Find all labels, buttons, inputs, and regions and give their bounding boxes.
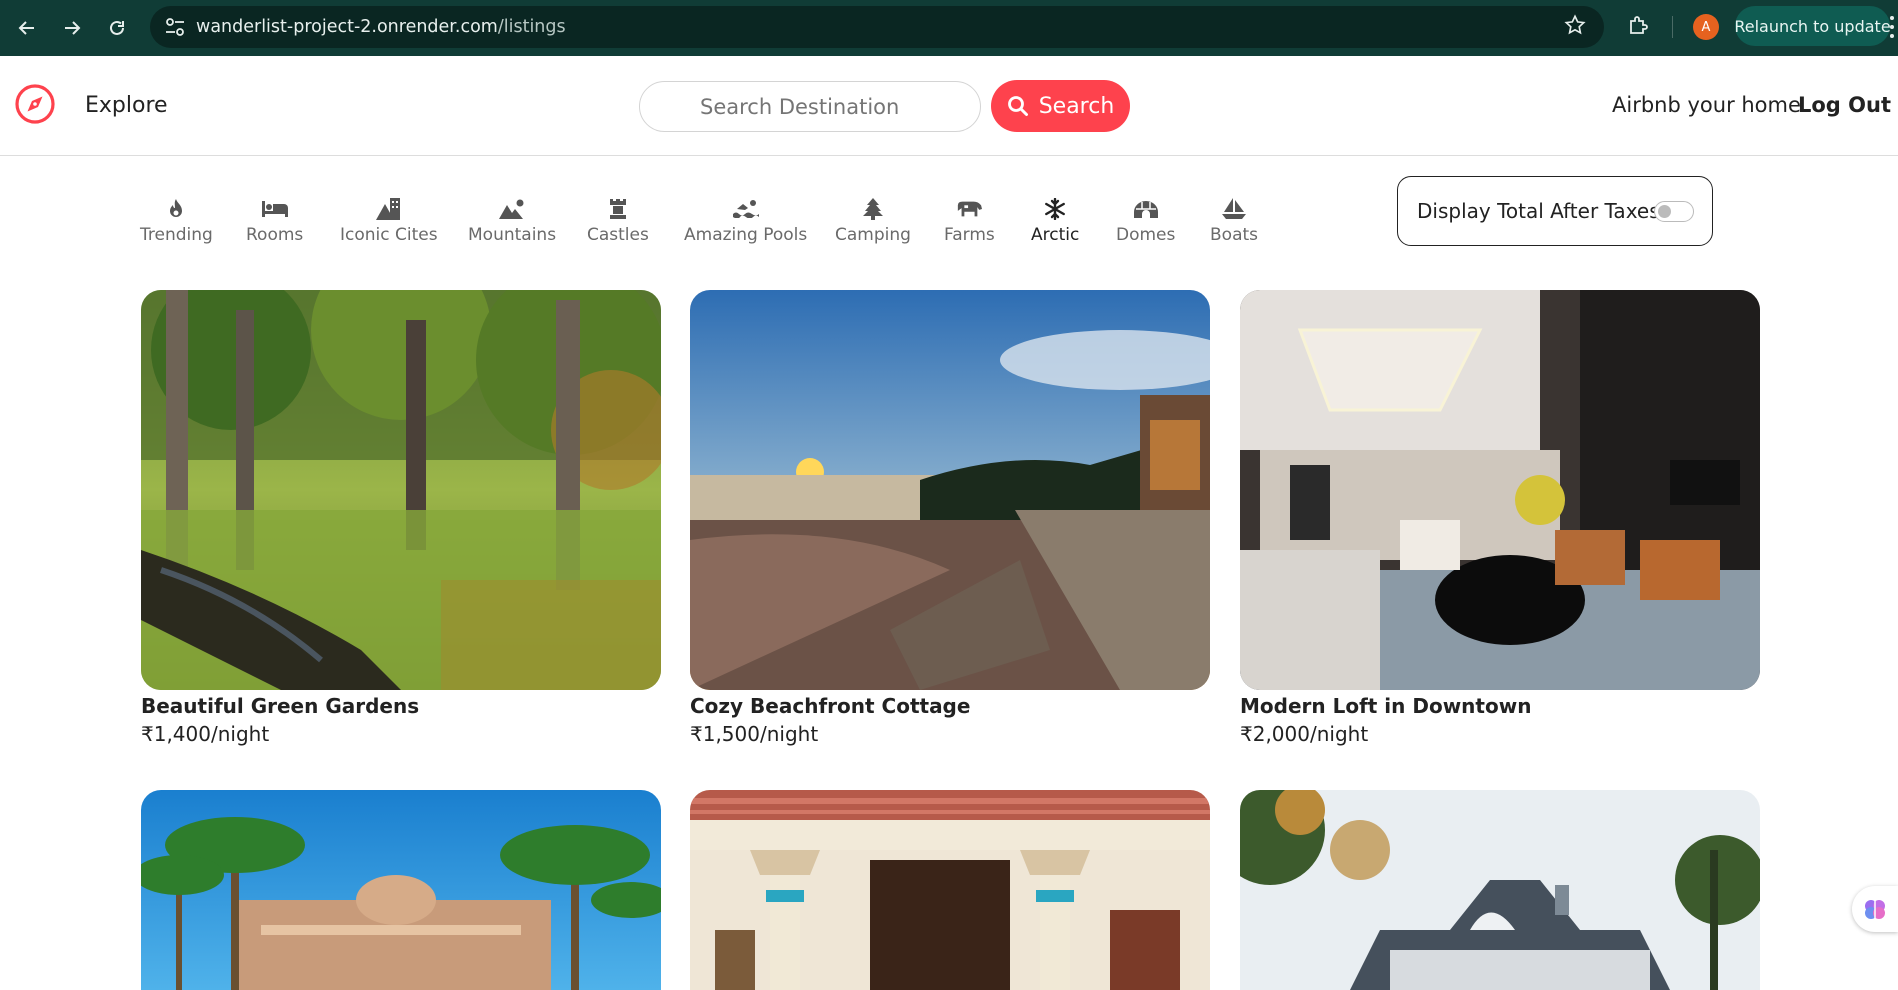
brain-icon xyxy=(1865,900,1885,919)
url-host: wanderlist-project-2.onrender.com xyxy=(196,17,498,37)
listing-title: Cozy Beachfront Cottage xyxy=(690,694,971,718)
bed-icon xyxy=(261,196,288,222)
assistant-widget-button[interactable] xyxy=(1852,886,1898,932)
search-input[interactable] xyxy=(639,81,981,132)
filter-trending[interactable]: Trending xyxy=(140,196,213,245)
toggle-knob xyxy=(1658,205,1671,218)
sailboat-icon xyxy=(1221,196,1247,222)
listing-image[interactable] xyxy=(141,290,661,690)
extensions-puzzle-icon[interactable] xyxy=(1626,14,1650,38)
address-bar[interactable]: wanderlist-project-2.onrender.com/listin… xyxy=(150,6,1604,48)
listing-price: ₹1,400/night xyxy=(141,722,270,746)
filter-label: Rooms xyxy=(246,225,304,245)
listing-card[interactable] xyxy=(1240,790,1760,990)
mountain-sun-icon xyxy=(499,196,525,222)
filter-label: Arctic xyxy=(1031,225,1080,245)
search-button[interactable]: Search xyxy=(991,80,1130,132)
browser-menu-icon[interactable] xyxy=(1890,16,1894,38)
logout-link[interactable]: Log Out xyxy=(1798,93,1891,117)
listing-price: ₹2,000/night xyxy=(1240,722,1369,746)
filter-label: Farms xyxy=(944,225,995,245)
filter-label: Camping xyxy=(835,225,911,245)
listing-card[interactable] xyxy=(690,790,1210,990)
reload-icon[interactable] xyxy=(102,13,132,43)
filter-amazing-pools[interactable]: Amazing Pools xyxy=(684,196,807,245)
listing-card[interactable]: Modern Loft in Downtown ₹2,000/night xyxy=(1240,290,1760,746)
tax-toggle-label: Display Total After Taxes xyxy=(1417,199,1660,223)
listing-image[interactable] xyxy=(141,790,661,990)
airbnb-your-home-link[interactable]: Airbnb your home xyxy=(1612,93,1801,117)
listing-price: ₹1,500/night xyxy=(690,722,819,746)
filter-label: Amazing Pools xyxy=(684,225,808,245)
url-text: wanderlist-project-2.onrender.com/listin… xyxy=(196,17,566,37)
filter-label: Iconic Cites xyxy=(340,225,438,245)
profile-avatar[interactable]: A xyxy=(1693,14,1719,40)
url-path: /listings xyxy=(497,17,566,37)
filter-mountains[interactable]: Mountains xyxy=(468,196,556,245)
filter-boats[interactable]: Boats xyxy=(1210,196,1258,245)
filter-iconic-cities[interactable]: Iconic Cites xyxy=(340,196,438,245)
cow-icon xyxy=(956,196,983,222)
filter-rooms[interactable]: Rooms xyxy=(246,196,303,245)
listing-card[interactable]: Cozy Beachfront Cottage ₹1,500/night xyxy=(690,290,1210,746)
listing-title: Beautiful Green Gardens xyxy=(141,694,420,718)
igloo-icon xyxy=(1133,196,1159,222)
fire-icon xyxy=(163,196,189,222)
listing-title: Modern Loft in Downtown xyxy=(1240,694,1532,718)
listing-image[interactable] xyxy=(1240,790,1760,990)
filter-label: Mountains xyxy=(468,225,557,245)
filter-label: Domes xyxy=(1116,225,1176,245)
filter-arctic[interactable]: Arctic xyxy=(1031,196,1079,245)
mountain-city-icon xyxy=(375,196,402,222)
tree-icon xyxy=(860,196,886,222)
filter-domes[interactable]: Domes xyxy=(1116,196,1175,245)
listing-image[interactable] xyxy=(1240,290,1760,690)
filter-farms[interactable]: Farms xyxy=(944,196,995,245)
listing-image[interactable] xyxy=(690,790,1210,990)
explore-link[interactable]: Explore xyxy=(85,93,168,118)
compass-logo-icon[interactable] xyxy=(14,83,56,125)
browser-toolbar: wanderlist-project-2.onrender.com/listin… xyxy=(0,0,1898,56)
chess-rook-icon xyxy=(605,196,631,222)
filter-label: Trending xyxy=(140,225,213,245)
site-navbar: Explore Search Airbnb your home Log Out xyxy=(0,56,1898,156)
listing-card[interactable]: Beautiful Green Gardens ₹1,400/night xyxy=(141,290,661,746)
toolbar-divider xyxy=(1672,16,1673,38)
person-swimming-icon xyxy=(732,196,759,222)
filter-camping[interactable]: Camping xyxy=(835,196,911,245)
search-button-label: Search xyxy=(1038,93,1115,119)
filter-castles[interactable]: Castles xyxy=(587,196,649,245)
tax-toggle-panel[interactable]: Display Total After Taxes xyxy=(1397,176,1713,246)
relaunch-button[interactable]: Relaunch to update xyxy=(1734,6,1891,46)
filter-label: Boats xyxy=(1210,225,1259,245)
search-icon xyxy=(1007,96,1028,116)
listing-image[interactable] xyxy=(690,290,1210,690)
back-icon[interactable] xyxy=(12,13,42,43)
forward-icon[interactable] xyxy=(57,13,87,43)
listing-card[interactable] xyxy=(141,790,661,990)
snowflake-icon xyxy=(1042,196,1068,222)
site-settings-icon[interactable] xyxy=(164,17,186,37)
bookmark-star-icon[interactable] xyxy=(1564,14,1586,42)
filter-label: Castles xyxy=(587,225,649,245)
tax-toggle-switch[interactable] xyxy=(1654,201,1694,222)
